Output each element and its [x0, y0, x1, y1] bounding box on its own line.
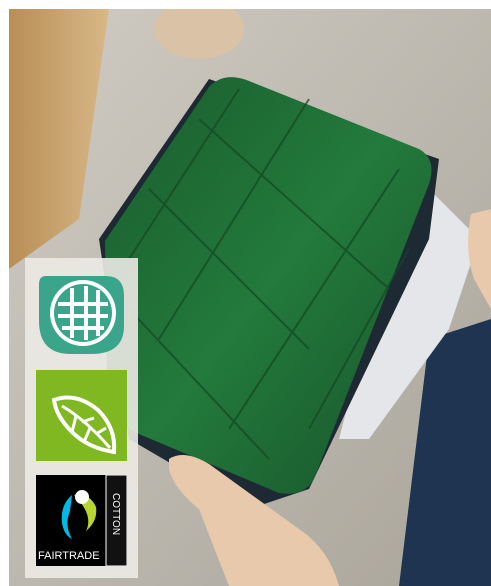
cotton-label: COTTON: [110, 493, 121, 535]
leaf-icon: [36, 370, 127, 461]
woven-fabric-icon: [36, 266, 127, 357]
fairtrade-label: FAIRTRADE: [38, 550, 100, 562]
certification-badges: FAIRTRADE COTTON: [25, 258, 138, 578]
fairtrade-mark-icon: FAIRTRADE COTTON: [36, 475, 127, 566]
